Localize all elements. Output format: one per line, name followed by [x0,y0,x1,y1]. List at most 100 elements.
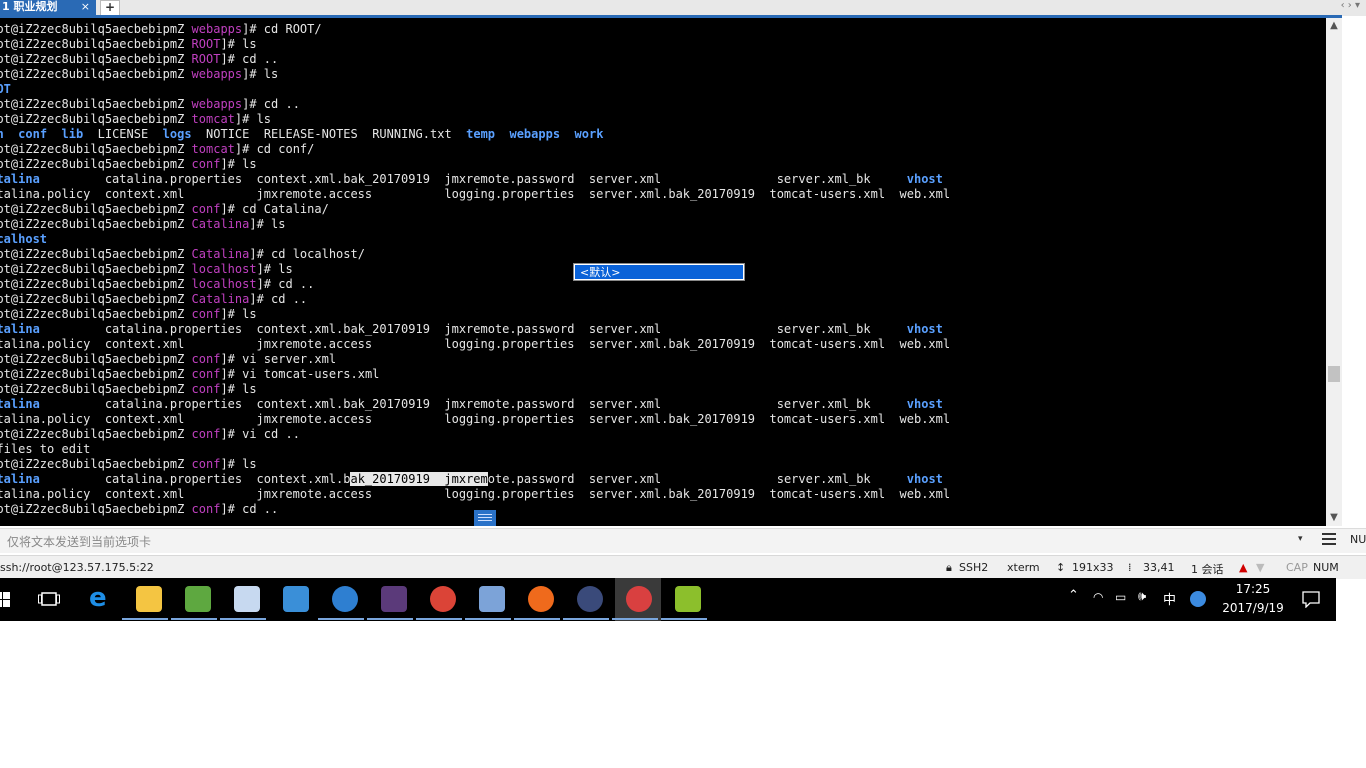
xshell-icon[interactable] [626,586,652,612]
paint-app-icon[interactable] [234,586,260,612]
terminal-line: root@iZ2zec8ubilq5aecbebipmZ conf]# vi s… [0,352,337,366]
compose-nu-label: NU [1350,533,1366,546]
terminal-line: root@iZ2zec8ubilq5aecbebipmZ Catalina]# … [0,217,286,231]
scroll-down-icon[interactable]: ▼ [1326,510,1342,526]
status-connection: ssh://root@123.57.175.5:22 [0,561,154,574]
task-underline [661,618,707,620]
battery-icon[interactable]: ▭ [1115,590,1126,604]
tray-chevron-icon[interactable]: ⌃ [1068,588,1079,603]
cursor-pos-icon: ⁞ [1128,561,1132,574]
task-underline [367,618,413,620]
menu-handle-icon[interactable] [474,510,496,526]
terminal-line: root@iZ2zec8ubilq5aecbebipmZ Catalina]# … [0,292,308,306]
windows-taskbar: e ⌃ ◠ ▭ 🕪︎ 中 17:25 2017/9/19 [0,578,1336,621]
terminal-line: catalina.policy context.xml jmxremote.ac… [0,487,951,501]
terminal-line: catalina.policy context.xml jmxremote.ac… [0,337,951,351]
file-explorer-icon[interactable] [136,586,162,612]
terminal-line: bin conf lib LICENSE logs NOTICE RELEASE… [0,127,604,141]
terminal-scrollbar[interactable]: ▲ ▼ [1326,18,1342,526]
task-underline [416,618,462,620]
compose-menu-icon[interactable] [1322,533,1336,545]
lock-icon: 🔒︎ [946,561,952,574]
status-protocol: SSH2 [959,561,989,574]
terminal-line: root@iZ2zec8ubilq5aecbebipmZ ROOT]# cd .… [0,52,279,66]
terminal-line: root@iZ2zec8ubilq5aecbebipmZ webapps]# l… [0,67,279,81]
task-underline [220,618,266,620]
status-cursor: 33,41 [1143,561,1175,574]
compose-dropdown-icon[interactable]: ▾ [1298,534,1303,544]
arrow-up-icon: ▲ [1239,561,1248,574]
terminal-line: root@iZ2zec8ubilq5aecbebipmZ localhost]#… [0,262,293,276]
cloud-drive-icon[interactable] [283,586,309,612]
terminal-line: Catalina catalina.properties context.xml… [0,397,943,411]
dolphin-app-icon[interactable] [479,586,505,612]
xftp-icon[interactable] [675,586,701,612]
task-underline [514,618,560,620]
task-underline [465,618,511,620]
start-icon[interactable] [0,592,10,608]
scroll-thumb[interactable] [1328,366,1340,382]
task-underline [612,618,658,620]
clock-time[interactable]: 17:25 [1222,582,1284,596]
add-tab-button[interactable]: + [100,0,120,16]
tab-title: 1 职业规划 [2,0,58,13]
terminal-line: root@iZ2zec8ubilq5aecbebipmZ tomcat]# ls [0,112,272,126]
task-underline [122,618,168,620]
terminal-line: root@iZ2zec8ubilq5aecbebipmZ conf]# ls [0,382,257,396]
tab-bar: 1 职业规划 × + ‹ › ▾ [0,0,1366,16]
firefox-icon[interactable] [528,586,554,612]
task-underline [318,618,364,620]
terminal-line: root@iZ2zec8ubilq5aecbebipmZ conf]# ls [0,307,257,321]
terminal-output[interactable]: root@iZ2zec8ubilq5aecbebipmZ webapps]# c… [0,18,1326,526]
status-sessions: 1 会话 [1191,563,1224,576]
terminal-line: root@iZ2zec8ubilq5aecbebipmZ Catalina]# … [0,247,365,261]
terminal-line: 2 files to edit [0,442,91,456]
terminal-line: root@iZ2zec8ubilq5aecbebipmZ conf]# cd C… [0,202,329,216]
network-icon[interactable]: ◠ [1093,590,1103,604]
volume-icon[interactable]: 🕪︎ [1138,589,1146,604]
terminal-line: root@iZ2zec8ubilq5aecbebipmZ ROOT]# ls [0,37,257,51]
arrow-down-icon: ▼ [1256,561,1265,574]
terminal-line: root@iZ2zec8ubilq5aecbebipmZ conf]# vi t… [0,367,380,381]
tab-active[interactable]: 1 职业规划 × [0,0,96,15]
terminal-lines: root@iZ2zec8ubilq5aecbebipmZ webapps]# c… [0,22,950,517]
scroll-up-icon[interactable]: ▲ [1326,18,1342,34]
status-cap: CAP [1286,561,1308,574]
compose-input[interactable]: 仅将文本发送到当前选项卡 [7,533,151,550]
compose-bar: 仅将文本发送到当前选项卡 ▾ NU [0,528,1366,553]
terminal-line: root@iZ2zec8ubilq5aecbebipmZ conf]# vi c… [0,427,300,441]
terminal-line: root@iZ2zec8ubilq5aecbebipmZ localhost]#… [0,277,315,291]
default-dropdown-popup[interactable]: <默认> [574,264,744,280]
terminal-line: root@iZ2zec8ubilq5aecbebipmZ webapps]# c… [0,22,322,36]
ie-icon[interactable] [332,586,358,612]
notification-icon[interactable] [1302,591,1320,608]
terminal-line: root@iZ2zec8ubilq5aecbebipmZ webapps]# c… [0,97,300,111]
terminal-line: root@iZ2zec8ubilq5aecbebipmZ tomcat]# cd… [0,142,315,156]
terminal-line: root@iZ2zec8ubilq5aecbebipmZ conf]# ls [0,157,257,171]
edge-icon[interactable]: e [89,583,107,613]
terminal-line: localhost [0,232,48,246]
terminal-line: root@iZ2zec8ubilq5aecbebipmZ conf]# ls [0,457,257,471]
status-bar: ssh://root@123.57.175.5:22 🔒︎ SSH2 xterm… [0,555,1366,579]
security-app-icon[interactable] [1190,591,1206,607]
clock-date[interactable]: 2017/9/19 [1220,601,1286,615]
terminal-line: catalina.policy context.xml jmxremote.ac… [0,412,951,426]
status-size: 191x33 [1072,561,1114,574]
media-app-icon[interactable] [381,586,407,612]
tab-scroll-controls[interactable]: ‹ › ▾ [1320,0,1360,14]
task-underline [563,618,609,620]
size-icon: ↕ [1056,561,1066,574]
ime-indicator[interactable]: 中 [1163,589,1176,608]
terminal-line: catalina.policy context.xml jmxremote.ac… [0,187,951,201]
chart-app-icon[interactable] [185,586,211,612]
status-num: NUM [1313,561,1339,574]
task-view-icon[interactable] [38,591,60,608]
terminal-line: ROOT [0,82,11,96]
tab-close-icon[interactable]: × [81,0,90,14]
task-underline [171,618,217,620]
terminal-line: Catalina catalina.properties context.xml… [0,472,943,486]
terminal-line: Catalina catalina.properties context.xml… [0,322,943,336]
globe-app-icon[interactable] [577,586,603,612]
terminal-line: Catalina catalina.properties context.xml… [0,172,943,186]
chrome-icon[interactable] [430,586,456,612]
